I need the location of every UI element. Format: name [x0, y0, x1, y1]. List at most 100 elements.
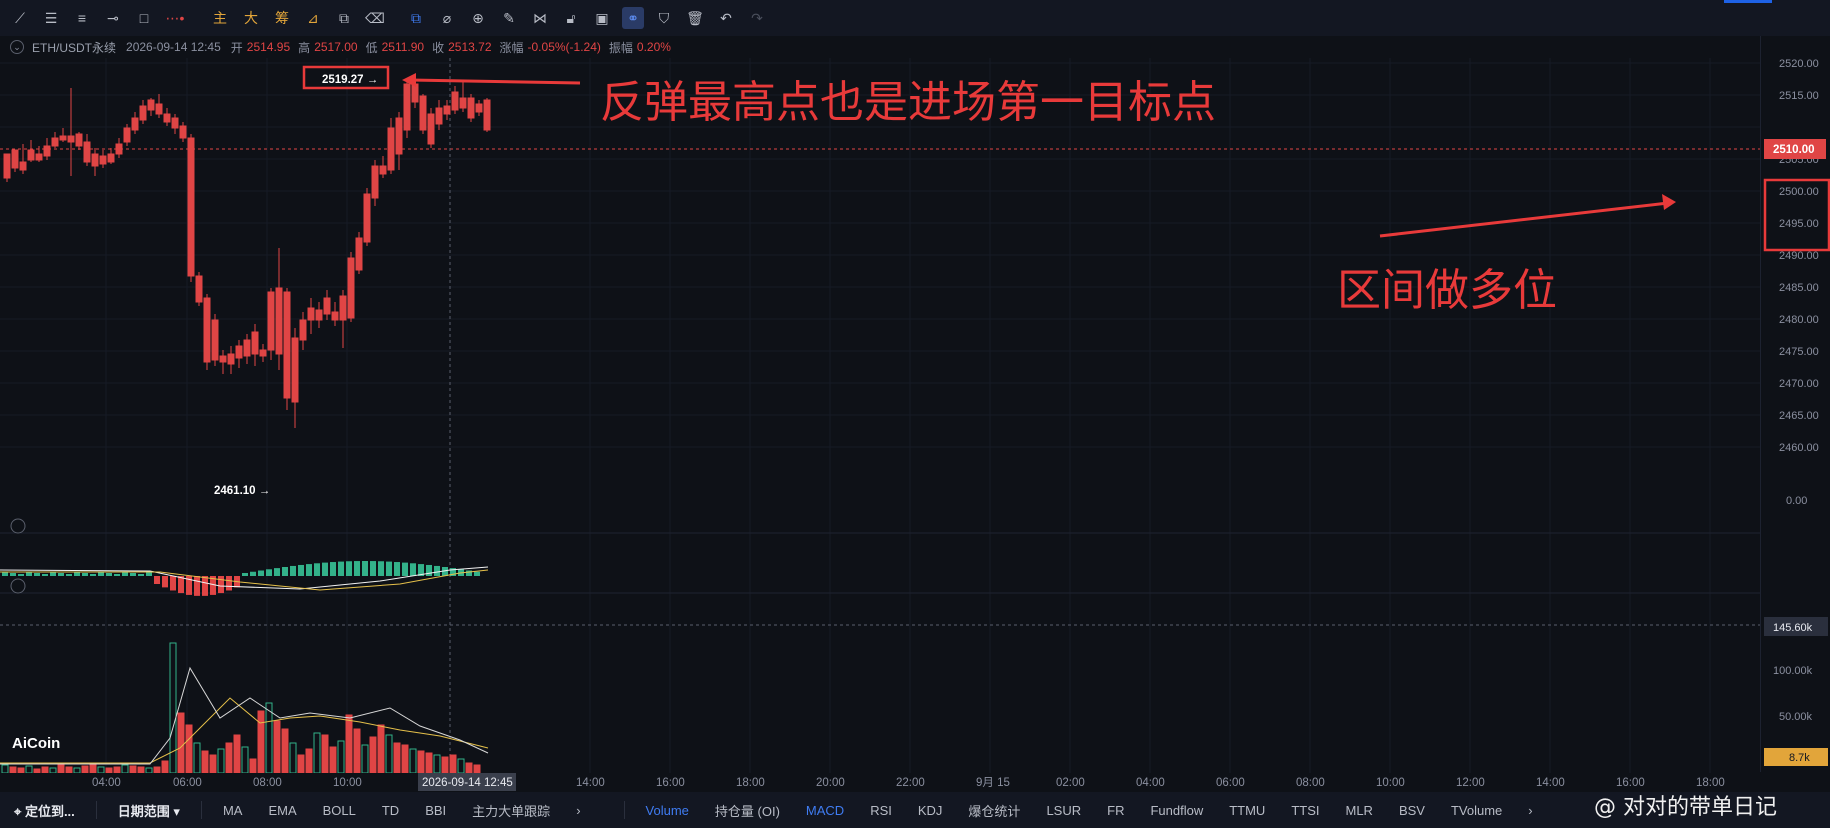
volume-bar [401, 744, 409, 773]
volume-bar [249, 758, 257, 773]
indicator-rsi[interactable]: RSI [870, 803, 892, 818]
indicator-bbi[interactable]: BBI [425, 803, 446, 818]
macd-bar [290, 565, 296, 576]
indicator-liquidation[interactable]: 爆仓统计 [968, 801, 1020, 820]
candle-body [475, 103, 483, 113]
time-tick: 12:00 [1456, 777, 1485, 789]
tab-chips[interactable]: 筹 [271, 7, 293, 29]
change-label: 涨幅 [499, 40, 524, 55]
magnet-icon[interactable]: ⧉ [333, 7, 355, 29]
candle-body [35, 153, 43, 161]
price-tick: 2515.00 [1779, 90, 1819, 102]
indicator-bsv[interactable]: BSV [1399, 803, 1425, 818]
rectangle-icon[interactable]: □ [133, 7, 155, 29]
macd-bar [26, 572, 32, 576]
tab-big[interactable]: 大 [240, 7, 262, 29]
ruler-icon[interactable]: ⌀ [436, 7, 458, 29]
volume-bar [321, 734, 329, 773]
parallel-lines-icon[interactable]: ≡ [71, 7, 93, 29]
zoom-icon[interactable]: ⊕ [467, 7, 489, 29]
volume-bar [457, 758, 465, 773]
active-tab-indicator [1724, 0, 1772, 3]
volume-pane [0, 642, 489, 773]
undo-icon[interactable]: ↶ [715, 7, 737, 29]
indicator-ema[interactable]: EMA [268, 803, 296, 818]
candle-body [211, 319, 219, 361]
chart-area[interactable]: 2519.27 → 2461.10 → AiCoin [0, 58, 1760, 773]
indicator-oi[interactable]: 持仓量 (OI) [715, 801, 780, 820]
date-range-button[interactable]: 日期范围 ▾ [118, 801, 180, 820]
collapse-icon[interactable]: ⌄ [10, 40, 24, 54]
indicator-volume[interactable]: Volume [646, 803, 689, 818]
indicator-ttsi[interactable]: TTSI [1291, 803, 1319, 818]
locate-button[interactable]: ⌖ 定位到... [14, 801, 75, 820]
volume-bar [305, 748, 313, 773]
macd-bar [10, 573, 16, 576]
symbol-label[interactable]: ETH/USDT永续 [32, 39, 116, 56]
indicator-mlr[interactable]: MLR [1346, 803, 1373, 818]
chart-grid [0, 58, 1760, 773]
macd-bar [50, 572, 56, 576]
horizontal-lines-icon[interactable]: ☰ [40, 7, 62, 29]
volume-bar [177, 712, 185, 773]
filter-icon[interactable]: ⛉ [653, 7, 675, 29]
macd-bar [130, 573, 136, 576]
brush-icon[interactable]: ✎ [498, 7, 520, 29]
macd-bar [346, 561, 352, 576]
indicator-fr[interactable]: FR [1107, 803, 1124, 818]
indicator-boll[interactable]: BOLL [323, 803, 356, 818]
indicator-fundflow[interactable]: Fundflow [1150, 803, 1203, 818]
volume-bar [1, 764, 9, 773]
candle-body [387, 127, 395, 171]
high-label: 高 [298, 40, 311, 55]
trash-icon[interactable]: 🗑︎ [684, 7, 706, 29]
more-main-indicators[interactable]: › [576, 803, 580, 818]
redo-icon[interactable]: ↷ [746, 7, 768, 29]
ray-icon[interactable]: ⊸ [102, 7, 124, 29]
indicator-td[interactable]: TD [382, 803, 399, 818]
candle-body [251, 331, 259, 355]
tab-main[interactable]: 主 [209, 7, 231, 29]
more-sub-indicators[interactable]: › [1528, 803, 1532, 818]
copy-icon[interactable]: ⧉ [405, 7, 427, 29]
eraser-icon[interactable]: ⌫ [364, 7, 386, 29]
vol-current-text: 8.7k [1789, 752, 1810, 764]
candlestick-chart[interactable]: 2519.27 → 2461.10 → AiCoin [0, 58, 1760, 773]
link-icon[interactable]: ⚭ [622, 7, 644, 29]
candle-body [19, 161, 27, 171]
dot-line-icon[interactable]: ⋯• [164, 7, 186, 29]
fib-icon[interactable]: ⋈ [529, 7, 551, 29]
close-label: 收 [432, 40, 445, 55]
volume-bar [417, 750, 425, 773]
candle-body [235, 345, 243, 359]
macd-bar [330, 562, 336, 576]
annotation-right-text: 区间做多位 [1337, 265, 1557, 316]
indicator-tvolume[interactable]: TVolume [1451, 803, 1502, 818]
indicator-ma[interactable]: MA [223, 803, 243, 818]
time-tick: 18:00 [1696, 777, 1725, 789]
lock-icon[interactable]: 🔓︎ [560, 7, 582, 29]
price-axis[interactable]: 2520.00 2515.00 2505.00 2500.00 2495.00 2490.… [1760, 36, 1830, 772]
trendline-icon[interactable]: ⟋ [9, 7, 31, 29]
indicator-kdj[interactable]: KDJ [918, 803, 943, 818]
indicator-main-force[interactable]: 主力大单跟踪 [472, 801, 550, 820]
time-axis[interactable]: 04:00 06:00 08:00 10:00 14:00 16:00 18:00 20:00… [0, 773, 1799, 792]
candle-body [91, 153, 99, 167]
watermark: @ 对对的带单日记 [1594, 795, 1777, 820]
volume-bar [345, 714, 353, 773]
indicator-lsur[interactable]: LSUR [1046, 803, 1081, 818]
measure-icon[interactable]: ⊿ [302, 7, 324, 29]
macd-bar [2, 572, 8, 576]
volume-bar [241, 746, 249, 773]
candle-body [395, 117, 403, 155]
indicator-ttmu[interactable]: TTMU [1229, 803, 1265, 818]
candle-body [363, 193, 371, 243]
time-tick: 06:00 [173, 777, 202, 789]
candle-body [203, 297, 211, 363]
volume-bar [297, 754, 305, 773]
volume-bar [441, 756, 449, 773]
time-tick: 16:00 [656, 777, 685, 789]
indicator-macd[interactable]: MACD [806, 803, 844, 818]
template-icon[interactable]: ▣ [591, 7, 613, 29]
candle-body [307, 307, 315, 321]
